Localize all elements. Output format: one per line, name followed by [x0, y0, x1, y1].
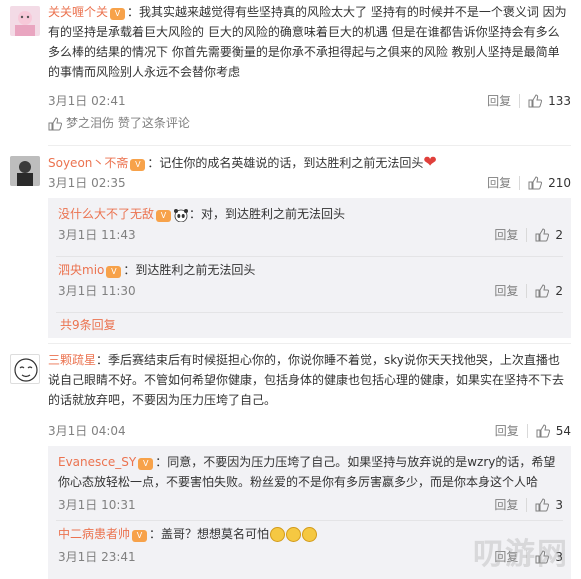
heart-icon: ❤ — [423, 152, 437, 171]
reply-content: ：对，到达胜利之前无法回头 — [189, 207, 346, 221]
timestamp: 3月1日 10:31 — [58, 498, 136, 512]
reply-button[interactable]: 回复 — [494, 496, 518, 513]
reply-list: 没什么大不了无敌 V ：对，到达胜利之前无法回头 3月1日 11:43 回复 2 泗央… — [48, 198, 571, 338]
like-count: 133 — [548, 93, 571, 108]
username[interactable]: 三颗疏星 — [48, 353, 96, 367]
thumb-up-icon[interactable] — [535, 283, 550, 298]
comment-content: ：记住你的成名英雄说的话，到达胜利之前无法回头 — [147, 156, 424, 170]
username[interactable]: 泗央mio — [58, 263, 104, 277]
username[interactable]: 关关喱个关 — [48, 5, 108, 19]
timestamp: 3月1日 11:30 — [58, 284, 136, 298]
divider — [48, 145, 571, 146]
reply-button[interactable]: 回复 — [494, 282, 518, 299]
thumb-up-icon[interactable] — [528, 175, 543, 190]
liked-by: 梦之泪伤 赞了这条评论 — [48, 114, 190, 131]
thumb-up-icon[interactable] — [535, 497, 550, 512]
timestamp: 3月1日 23:41 — [58, 550, 136, 564]
like-count: 54 — [555, 423, 571, 438]
vip-badge-icon: V — [132, 530, 148, 542]
reply-content: ：盖哥？想想莫名可怕 — [149, 527, 270, 541]
avatar[interactable] — [10, 354, 40, 384]
username[interactable]: Soyeon丶不斋 — [48, 156, 128, 170]
watermark: 叨游网 — [473, 537, 569, 572]
emoji-icon — [270, 527, 286, 542]
divider — [56, 312, 563, 313]
thumb-up-icon[interactable] — [535, 227, 550, 242]
reply-item: Evanesce_SY V ：同意，不要因为压力压垮了自己。如果坚持与放弃说的是wz… — [58, 452, 563, 520]
vip-badge-icon: V — [156, 210, 172, 222]
thumb-up-icon[interactable] — [528, 93, 543, 108]
reply-item: 泗央mio V ：到达胜利之前无法回头 3月1日 11:30 回复 2 — [58, 260, 563, 312]
avatar[interactable] — [10, 156, 40, 186]
username[interactable]: 没什么大不了无敌 — [58, 207, 154, 221]
emoji-icon — [302, 527, 318, 542]
panda-icon — [173, 208, 189, 222]
username[interactable]: Evanesce_SY — [58, 455, 136, 469]
timestamp: 3月1日 02:35 — [48, 176, 126, 190]
reply-button[interactable]: 回复 — [494, 226, 518, 243]
vip-badge-icon: V — [110, 8, 126, 20]
reply-content: ：到达胜利之前无法回头 — [123, 263, 256, 277]
timestamp: 3月1日 02:41 — [48, 94, 126, 108]
comment-1: 关关喱个关 V ：我其实越来越觉得有些坚持真的风险太大了 坚持有的时候并不是一个褒义… — [0, 0, 581, 140]
divider — [56, 520, 563, 521]
comment-text: 三颗疏星：季后赛结束后有时候挺担心你的，你说你睡不着觉，sky说你天天找他哭，上… — [48, 350, 571, 410]
comment-content: ：我其实越来越觉得有些坚持真的风险太大了 坚持有的时候并不是一个褒义词 因为有的… — [48, 5, 567, 79]
reply-button[interactable]: 回复 — [495, 422, 519, 439]
avatar[interactable] — [10, 6, 40, 36]
comment-content: ：季后赛结束后有时候挺担心你的，你说你睡不着觉，sky说你天天找他哭，上次直播也… — [48, 353, 565, 407]
like-count: 2 — [555, 283, 563, 298]
reply-item: 没什么大不了无敌 V ：对，到达胜利之前无法回头 3月1日 11:43 回复 2 — [58, 204, 563, 256]
vip-badge-icon: V — [106, 266, 122, 278]
like-count: 3 — [555, 497, 563, 512]
comment-text: Soyeon丶不斋 V ：记住你的成名英雄说的话，到达胜利之前无法回头❤ — [48, 152, 571, 173]
more-replies-link[interactable]: 共9条回复 — [60, 316, 116, 333]
reply-button[interactable]: 回复 — [487, 174, 511, 191]
divider — [48, 343, 571, 344]
like-count: 2 — [555, 227, 563, 242]
vip-badge-icon: V — [138, 458, 154, 470]
vip-badge-icon: V — [130, 159, 146, 171]
emoji-icon — [286, 527, 302, 542]
thumb-up-icon[interactable] — [536, 423, 550, 438]
username[interactable]: 中二病患者帅 — [58, 527, 130, 541]
divider — [56, 256, 563, 257]
comment-text: 关关喱个关 V ：我其实越来越觉得有些坚持真的风险太大了 坚持有的时候并不是一个褒义… — [48, 2, 571, 82]
timestamp: 3月1日 11:43 — [58, 228, 136, 242]
reply-button[interactable]: 回复 — [487, 92, 511, 109]
thumb-up-icon — [48, 116, 63, 131]
like-count: 210 — [548, 175, 571, 190]
timestamp: 3月1日 04:04 — [48, 424, 126, 438]
comment-2: Soyeon丶不斋 V ：记住你的成名英雄说的话，到达胜利之前无法回头❤ 3月1日 … — [0, 150, 581, 345]
